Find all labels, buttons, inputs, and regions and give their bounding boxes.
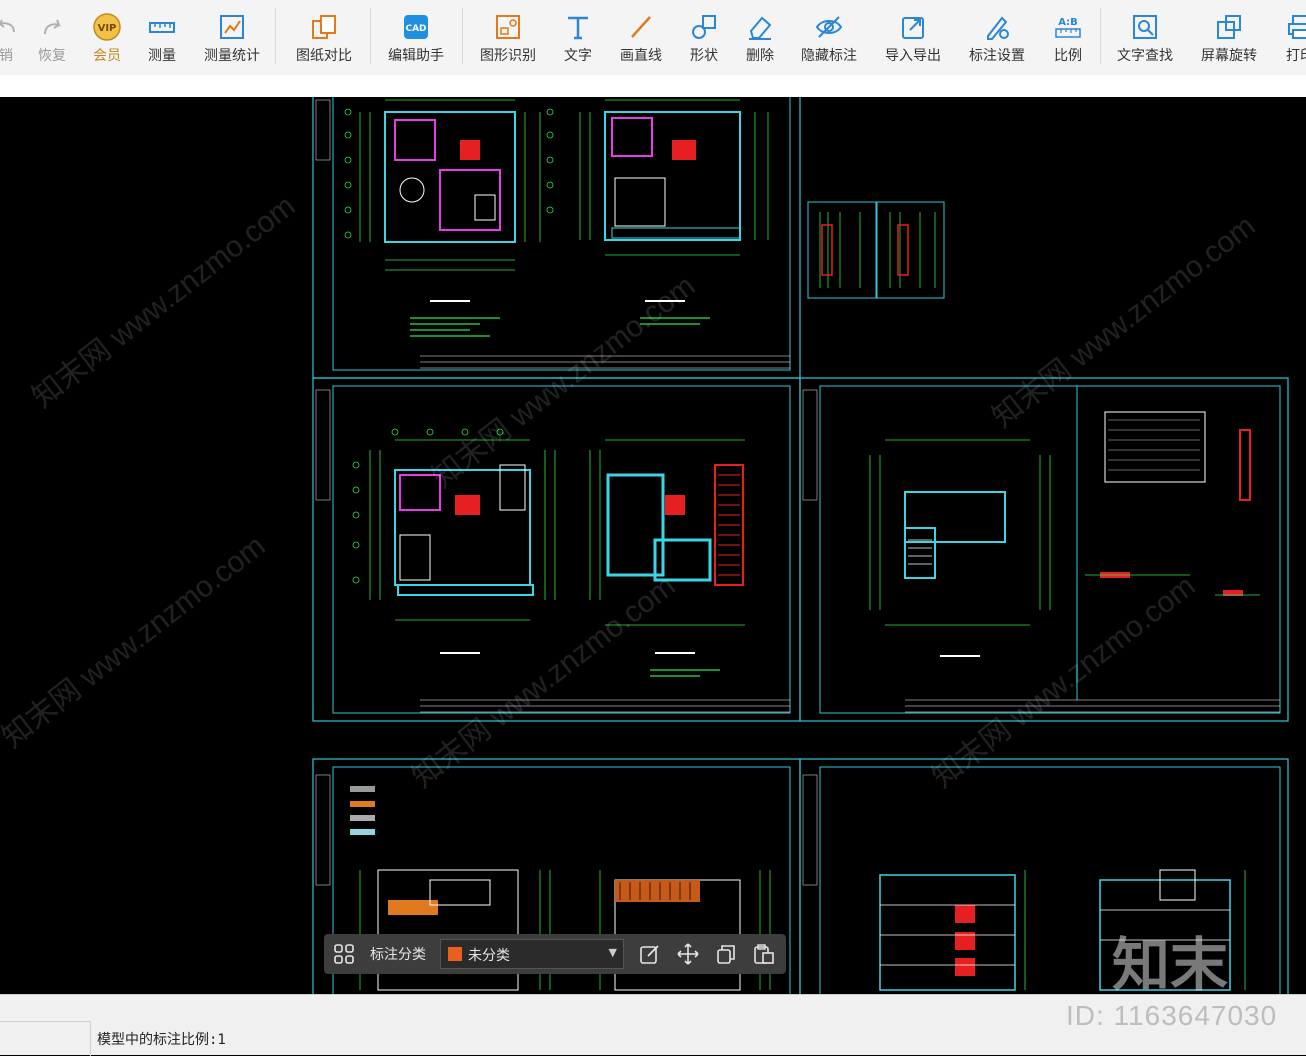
- annotation-settings-button[interactable]: 标注设置: [964, 8, 1030, 66]
- edit-assistant-button[interactable]: CAD 编辑助手: [382, 8, 450, 66]
- main-toolbar: 销 恢复 VIP 会员 测量 测量统计 图纸对比 CAD 编辑助手 图形识别 文…: [0, 0, 1306, 76]
- measure-icon: [149, 22, 175, 33]
- redo-button[interactable]: 恢复: [32, 8, 72, 66]
- shape-recognize-button[interactable]: 图形识别: [474, 8, 542, 66]
- annotation-settings-icon: [987, 16, 1009, 40]
- shape-icon: [692, 15, 716, 39]
- category-value: 未分类: [468, 948, 510, 964]
- import-export-icon: [902, 17, 924, 39]
- roof-plan: [869, 439, 1051, 657]
- shape-recognize-icon: [496, 15, 520, 39]
- toolbar-separator: [275, 8, 276, 64]
- annotation-scale-status: 模型中的标注比例:1: [97, 1032, 226, 1048]
- scale-button[interactable]: A:B 比例: [1048, 8, 1088, 66]
- text-button[interactable]: 文字: [558, 8, 598, 66]
- cad-drawing: [312, 97, 1289, 994]
- floor-plan-1: [344, 99, 554, 337]
- toolbar-separator: [1100, 8, 1101, 64]
- chevron-down-icon: ▼: [608, 946, 617, 959]
- compare-button[interactable]: 图纸对比: [290, 8, 358, 66]
- hide-eye-icon: [815, 16, 843, 38]
- draw-line-button[interactable]: 画直线: [614, 8, 668, 66]
- measure-stats-button[interactable]: 测量统计: [198, 8, 266, 66]
- scale-icon: A:B: [1055, 17, 1081, 38]
- redo-icon: [44, 19, 61, 35]
- edit-icon[interactable]: [638, 942, 662, 966]
- svg-text:VIP: VIP: [98, 23, 117, 34]
- status-cell: [0, 1021, 91, 1056]
- svg-text:CAD: CAD: [405, 24, 426, 34]
- copy-icon[interactable]: [714, 942, 738, 966]
- print-button[interactable]: 打印: [1280, 8, 1306, 66]
- rotate-screen-button[interactable]: 屏幕旋转: [1196, 8, 1262, 66]
- watermark-logo: 知末: [1112, 931, 1229, 999]
- watermark-id: ID: 1163647030: [1066, 1000, 1278, 1031]
- shape-button[interactable]: 形状: [684, 8, 724, 66]
- line-icon: [631, 16, 651, 38]
- undo-button[interactable]: 销: [0, 8, 20, 66]
- toolbar-spacer: [0, 75, 1306, 97]
- annotation-category-toolbar: 标注分类 未分类 ▼: [324, 934, 786, 974]
- text-search-icon: [1133, 15, 1157, 39]
- rotate-screen-icon: [1217, 15, 1241, 39]
- vip-button[interactable]: VIP 会员: [86, 8, 128, 66]
- import-export-button[interactable]: 导入导出: [880, 8, 946, 66]
- text-search-button[interactable]: 文字查找: [1112, 8, 1178, 66]
- grid-menu-icon[interactable]: [332, 942, 356, 966]
- sheet-stair-details: [807, 201, 945, 299]
- measure-stats-icon: [220, 15, 244, 39]
- eraser-icon: [749, 16, 772, 40]
- measure-button[interactable]: 测量: [140, 8, 184, 66]
- undo-icon: [0, 19, 15, 33]
- vip-icon: VIP: [93, 13, 121, 41]
- svg-text:A:B: A:B: [1058, 17, 1078, 28]
- text-icon: [568, 16, 588, 40]
- hide-annotations-button[interactable]: 隐藏标注: [796, 8, 862, 66]
- section-a: [879, 870, 1026, 991]
- move-icon[interactable]: [676, 942, 700, 966]
- compare-icon: [312, 15, 336, 39]
- category-select[interactable]: 未分类 ▼: [440, 939, 624, 969]
- paste-icon[interactable]: [752, 942, 776, 966]
- category-label: 标注分类: [370, 947, 426, 963]
- cad-drawing-canvas[interactable]: 知末网 www.znzmo.com 知末网 www.znzmo.com 知末网 …: [0, 97, 1306, 994]
- toolbar-separator: [370, 8, 371, 64]
- sheet-first-second-floor-plan: [312, 97, 801, 379]
- print-icon: [1288, 15, 1306, 39]
- category-color-swatch: [448, 947, 462, 961]
- cad-edit-icon: CAD: [404, 15, 428, 39]
- delete-button[interactable]: 删除: [740, 8, 780, 66]
- toolbar-separator: [462, 8, 463, 64]
